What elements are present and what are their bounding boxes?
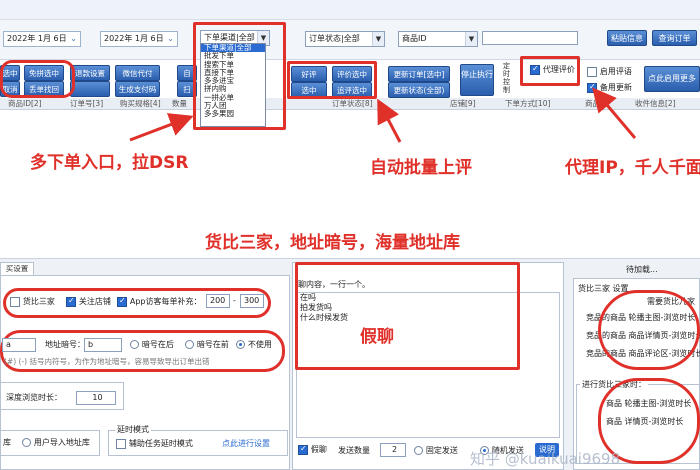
app-visit-checkbox[interactable]: App访客每单补充： bbox=[117, 296, 202, 308]
checkbox-icon[interactable] bbox=[116, 438, 126, 449]
assist-delay-checkbox[interactable]: 辅助任务延时模式 bbox=[116, 438, 193, 450]
address-code-hint: (#) (-) 括号内符号，为作为地址暗号，容易导致导出订单出错 bbox=[4, 357, 210, 366]
delay-mode-label: 延时模式 bbox=[115, 424, 151, 436]
radio-selected-icon[interactable] bbox=[236, 340, 245, 349]
send-count-label: 发送数量 bbox=[338, 446, 370, 455]
callout-compare: 货比三家，地址暗号，海量地址库 bbox=[205, 233, 460, 253]
app-visit-min-input[interactable]: 200 bbox=[206, 294, 230, 308]
checkbox-check-icon[interactable] bbox=[66, 296, 76, 307]
compare-settings-highlight bbox=[598, 290, 700, 370]
follow-shop-label: 关注店铺 bbox=[78, 297, 111, 306]
library-label: 库 bbox=[3, 438, 11, 447]
app-visit-max-input[interactable]: 300 bbox=[240, 294, 264, 308]
no-use-label: 不使用 bbox=[247, 340, 272, 349]
compare-three-checkbox[interactable]: 货比三家 bbox=[10, 296, 55, 308]
radio-icon[interactable] bbox=[185, 340, 194, 349]
app-visit-dash: - bbox=[233, 296, 236, 305]
fake-chat-checkbox[interactable]: 假聊 bbox=[298, 444, 327, 456]
user-import-radio[interactable]: 用户导入地址库 bbox=[22, 437, 90, 449]
annotation-arrows bbox=[129, 87, 637, 143]
watermark: 知乎 @kuaikuai9698 bbox=[470, 450, 621, 468]
callout-multi-entry: 多下单入口，拉DSR bbox=[30, 153, 189, 173]
fake-chat-label: 假聊 bbox=[310, 445, 327, 454]
fixed-send-radio[interactable]: 固定发送 bbox=[414, 445, 458, 457]
deep-browse-label: 深度浏览时长： bbox=[6, 393, 62, 402]
address-code-label: 地址暗号： bbox=[45, 340, 85, 349]
deep-browse-input[interactable]: 10 bbox=[76, 391, 116, 405]
radio-icon[interactable] bbox=[22, 438, 31, 447]
code-after-radio[interactable]: 暗号在后 bbox=[130, 339, 174, 351]
checkbox-check-icon[interactable] bbox=[298, 444, 308, 455]
fixed-send-label: 固定发送 bbox=[425, 446, 458, 455]
radio-icon[interactable] bbox=[414, 446, 423, 455]
address-prefix-input[interactable]: a bbox=[2, 338, 36, 352]
loading-text: 待加载... bbox=[626, 265, 658, 274]
no-use-radio[interactable]: 不使用 bbox=[236, 339, 272, 351]
address-code-input[interactable]: b bbox=[84, 338, 122, 352]
radio-icon[interactable] bbox=[130, 340, 139, 349]
checkbox-icon[interactable] bbox=[10, 296, 20, 307]
user-import-label: 用户导入地址库 bbox=[33, 438, 90, 447]
callout-auto-review: 自动批量上评 bbox=[370, 158, 472, 178]
checkbox-check-icon[interactable] bbox=[117, 296, 127, 307]
tab-buy-settings[interactable]: 买设置 bbox=[0, 262, 34, 275]
callout-proxy-ip: 代理IP，千人千面 bbox=[565, 158, 700, 178]
code-before-radio[interactable]: 暗号在前 bbox=[185, 339, 229, 351]
code-after-label: 暗号在后 bbox=[141, 340, 174, 349]
assist-delay-label: 辅助任务延时模式 bbox=[128, 439, 193, 448]
click-delay-settings-link[interactable]: 点此进行设置 bbox=[222, 438, 270, 450]
send-count-input[interactable]: 2 bbox=[380, 443, 406, 457]
fake-chat-highlight bbox=[295, 262, 520, 370]
app-visit-label: App访客每单补充： bbox=[129, 297, 202, 306]
compare-three-label: 货比三家 bbox=[22, 297, 55, 306]
code-before-label: 暗号在前 bbox=[196, 340, 229, 349]
callout-fake-chat: 假聊 bbox=[360, 327, 394, 347]
follow-shop-checkbox[interactable]: 关注店铺 bbox=[66, 296, 111, 308]
